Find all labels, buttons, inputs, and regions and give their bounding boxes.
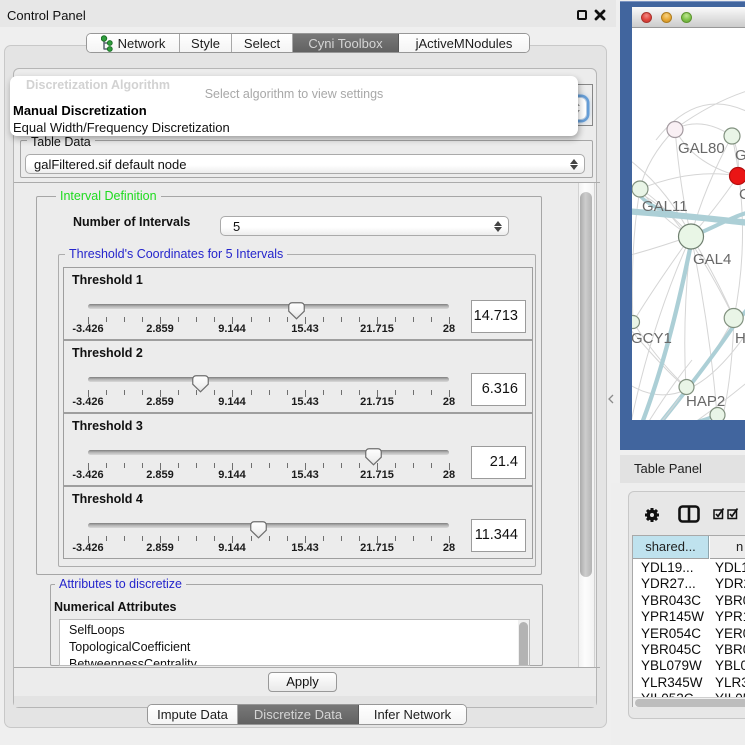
- svg-text:H: H: [735, 330, 745, 347]
- svg-text:GAL1: GAL1: [735, 147, 745, 164]
- svg-text:GCY1: GCY1: [632, 330, 672, 347]
- svg-text:GAL80: GAL80: [678, 140, 725, 157]
- svg-text:C: C: [739, 186, 745, 203]
- svg-text:GAL4: GAL4: [693, 251, 731, 268]
- svg-text:GAL11: GAL11: [642, 198, 688, 215]
- svg-text:HAP2: HAP2: [686, 393, 725, 410]
